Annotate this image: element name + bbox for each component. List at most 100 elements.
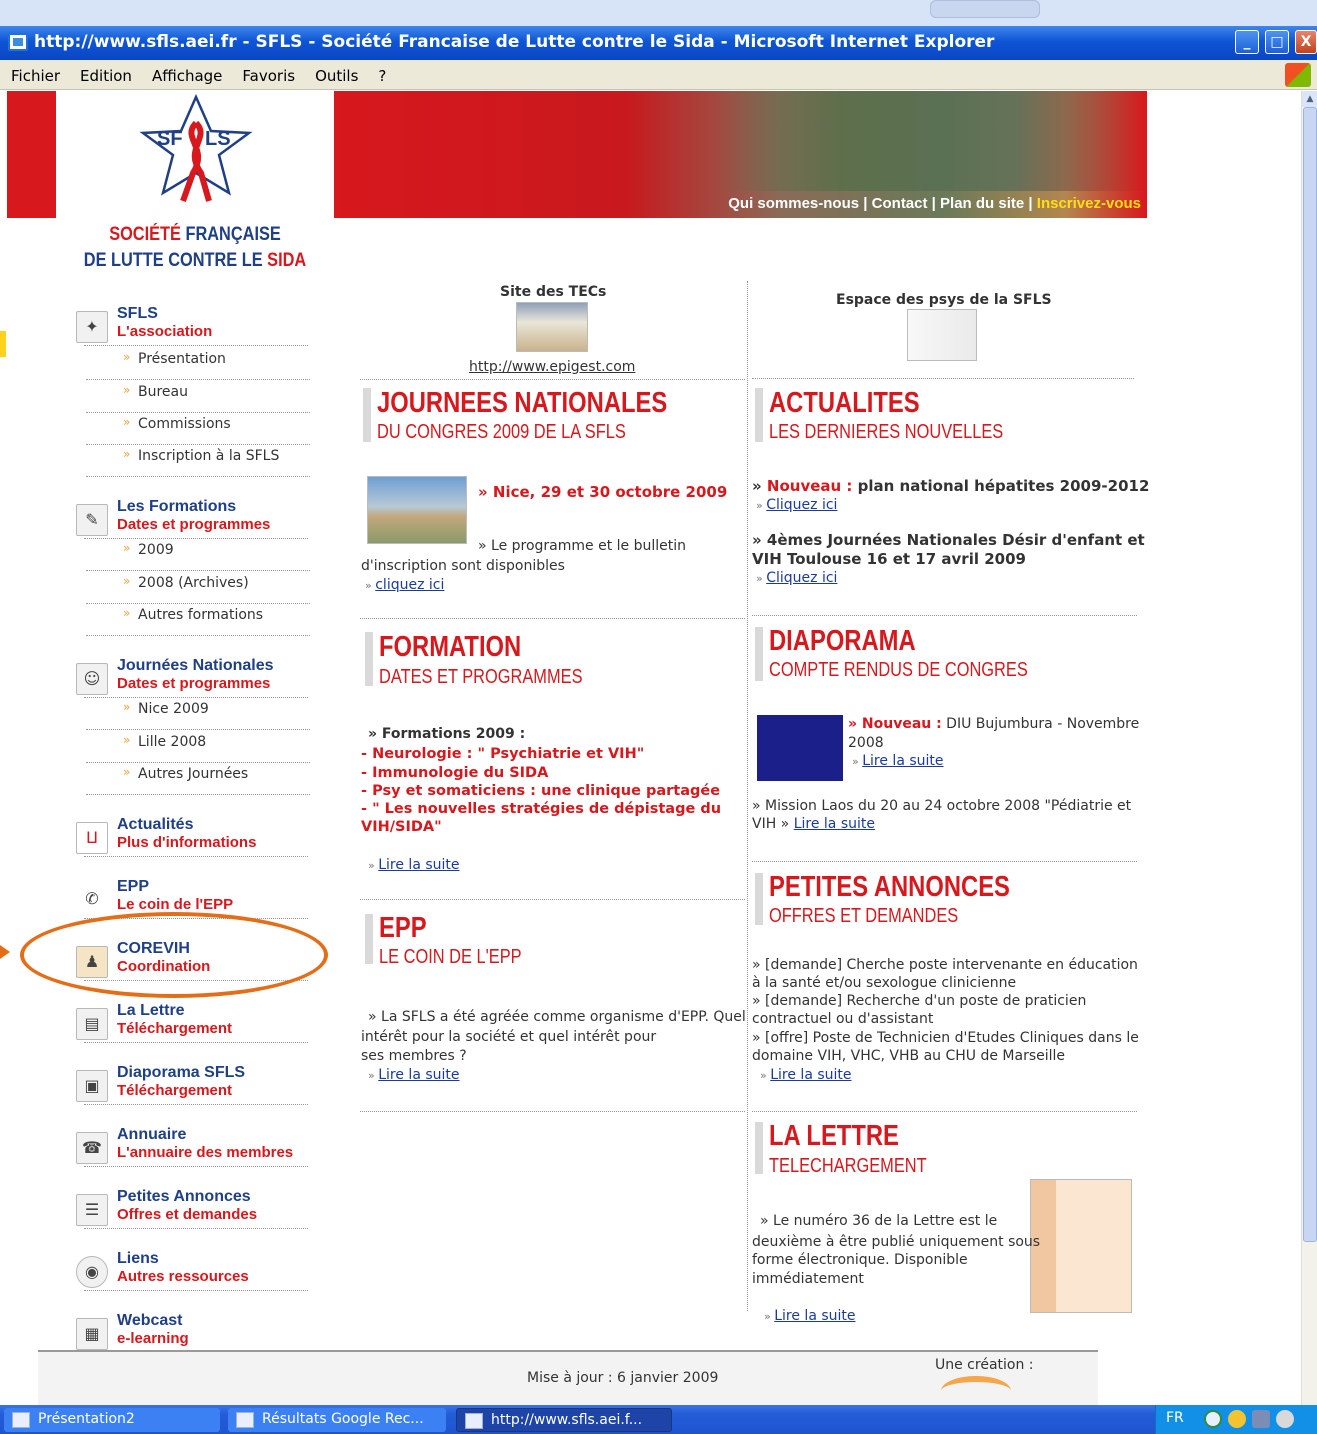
sub-label: Autres Journées (138, 766, 249, 782)
sub-label: Nice 2009 (138, 701, 209, 717)
section-bar (755, 1122, 763, 1174)
sidebar-title: Annuaire (117, 1126, 187, 1143)
formation-link[interactable]: » Lire la suite (368, 856, 460, 876)
tec-url-link[interactable]: http://www.epigest.com (469, 358, 635, 377)
annonce-line: » [demande] Cherche poste intervenante e… (752, 957, 1138, 973)
menu-help[interactable]: ? (367, 60, 395, 85)
sidebar-sub-inscription[interactable]: » Inscription à la SFLS (86, 444, 310, 477)
news-item: » Nouveau : plan national hépatites 2009… (752, 477, 1150, 495)
annotation-arrow-icon (0, 945, 10, 959)
network-icon[interactable] (1252, 1410, 1270, 1428)
link-inscrivez-vous[interactable]: Inscrivez-vous (1037, 195, 1141, 212)
menu-edition[interactable]: Edition (69, 60, 141, 85)
sidebar-title: La Lettre (117, 1002, 185, 1019)
sidebar-sub-2009[interactable]: » 2009 (86, 538, 310, 571)
star-ribbon-logo-icon: SF LS (139, 93, 253, 203)
cliquez-ici-link[interactable]: cliquez ici (375, 577, 444, 593)
sidebar-sub-autres-formations[interactable]: » Autres formations (86, 603, 310, 636)
journees-link[interactable]: » cliquez ici (365, 576, 444, 596)
news-link[interactable]: » Cliquez ici (756, 496, 837, 516)
actualites-title: ACTUALITES (769, 387, 920, 419)
diaporama-link[interactable]: » Lire la suite (852, 752, 944, 772)
section-bar (755, 873, 763, 925)
diu-slide-thumbnail[interactable] (757, 715, 843, 781)
divider (84, 856, 308, 857)
sub-label: Bureau (138, 384, 188, 400)
cliquez-ici-link[interactable]: Cliquez ici (766, 497, 837, 513)
cliquez-ici-link[interactable]: Cliquez ici (766, 570, 837, 586)
annotation-ellipse (20, 912, 328, 998)
logo-wordmark: SOCIÉTÉ FRANÇAISE DE LUTTE CONTRE LE SID… (75, 222, 314, 274)
sidebar-sub-bureau[interactable]: » Bureau (86, 380, 310, 413)
sidebar-sub-2008[interactable]: » 2008 (Archives) (86, 571, 310, 604)
menu-outils[interactable]: Outils (304, 60, 367, 85)
lire-la-suite-link[interactable]: Lire la suite (770, 1067, 851, 1083)
task-google-results[interactable]: Résultats Google Rec... (228, 1408, 446, 1432)
tec-screenshot[interactable] (516, 302, 588, 352)
lire-la-suite-link[interactable]: Lire la suite (378, 857, 459, 873)
sidebar-sub-commissions[interactable]: » Commissions (86, 412, 310, 445)
formation-item: - Psy et somaticiens : une clinique part… (361, 783, 721, 799)
sidebar-title: Webcast (117, 1312, 183, 1329)
annonces-link[interactable]: » Lire la suite (760, 1066, 852, 1086)
sidebar-title: EPP (117, 878, 150, 895)
arrow-icon: » (123, 606, 131, 620)
logo-word-societe: SOCIÉTÉ (109, 224, 186, 245)
taskbar: Présentation2 Résultats Google Rec... ht… (0, 1405, 1317, 1434)
close-button[interactable]: X (1295, 30, 1317, 54)
task-sfls[interactable]: http://www.sfls.aei.f... (456, 1408, 672, 1432)
lire-la-suite-link[interactable]: Lire la suite (774, 1308, 855, 1324)
lire-la-suite-link[interactable]: Lire la suite (378, 1067, 459, 1083)
diaporama-text: 2008 (848, 735, 884, 751)
volume-icon[interactable] (1276, 1410, 1294, 1428)
arrow-icon: » (123, 700, 131, 714)
sidebar-title: SFLS (117, 305, 158, 322)
title-bar[interactable]: http://www.sfls.aei.fr - SFLS - Société … (0, 26, 1317, 60)
minimize-button[interactable]: _ (1235, 30, 1259, 54)
sidebar-sub-lille-2008[interactable]: » Lille 2008 (86, 730, 310, 763)
lettre-link[interactable]: » Lire la suite (764, 1307, 856, 1327)
creation-label: Une création : (935, 1357, 1034, 1373)
link-contact[interactable]: Contact (872, 195, 928, 212)
mission-line: VIH » Lire la suite (752, 815, 875, 834)
desktop-strip (0, 0, 1317, 26)
header-banner: Qui sommes-nous | Contact | Plan du site… (334, 91, 1147, 218)
divider (752, 615, 1137, 616)
link-plan-du-site[interactable]: Plan du site (940, 195, 1024, 212)
menu-affichage[interactable]: Affichage (141, 60, 231, 85)
vertical-scrollbar[interactable]: ▲ (1301, 91, 1317, 1405)
lire-la-suite-link[interactable]: Lire la suite (862, 753, 943, 769)
section-bar (365, 914, 373, 964)
task-presentation2[interactable]: Présentation2 (4, 1408, 220, 1432)
divider (84, 1104, 308, 1105)
lire-la-suite-link[interactable]: Lire la suite (794, 816, 875, 832)
scroll-thumb[interactable] (1303, 107, 1317, 1242)
sfls-logo[interactable]: SF LS SOCIÉTÉ FRANÇAISE DE LUTTE CONTRE … (56, 91, 334, 276)
lettre-cover-thumbnail[interactable] (1030, 1179, 1132, 1313)
sidebar-sub-nice-2009[interactable]: » Nice 2009 (86, 697, 310, 730)
creator-logo[interactable] (941, 1376, 1011, 1405)
new-label: Nouveau : (766, 477, 853, 495)
scroll-up-icon[interactable]: ▲ (1302, 91, 1317, 107)
news-link[interactable]: » Cliquez ici (756, 569, 837, 589)
sub-label: Inscription à la SFLS (138, 448, 280, 464)
shield-icon[interactable] (1228, 1410, 1246, 1428)
logo-word-lutte: LUTTE CONTRE LE (111, 250, 268, 271)
menu-favoris[interactable]: Favoris (231, 60, 304, 85)
language-indicator[interactable]: FR (1166, 1410, 1184, 1426)
divider (84, 1166, 308, 1167)
sidebar-sub-autres-journees[interactable]: » Autres Journées (86, 762, 310, 795)
arrow-icon: » (123, 574, 131, 588)
psys-screenshot[interactable] (907, 309, 977, 361)
sidebar-sub-presentation[interactable]: » Présentation (86, 347, 310, 380)
link-qui-sommes-nous[interactable]: Qui sommes-nous (728, 195, 859, 212)
news-item: VIH Toulouse 16 et 17 avril 2009 (752, 550, 1026, 568)
window-title: http://www.sfls.aei.fr - SFLS - Société … (34, 32, 995, 52)
menu-fichier[interactable]: Fichier (0, 60, 69, 85)
maximize-button[interactable]: □ (1265, 30, 1289, 54)
logo-word-sida: SIDA (267, 250, 307, 271)
back-arrow-icon[interactable] (1204, 1410, 1222, 1428)
epp-link[interactable]: » Lire la suite (368, 1066, 460, 1086)
epp-text: ses membres ? (361, 1048, 467, 1064)
arrow-icon: » (756, 499, 767, 512)
